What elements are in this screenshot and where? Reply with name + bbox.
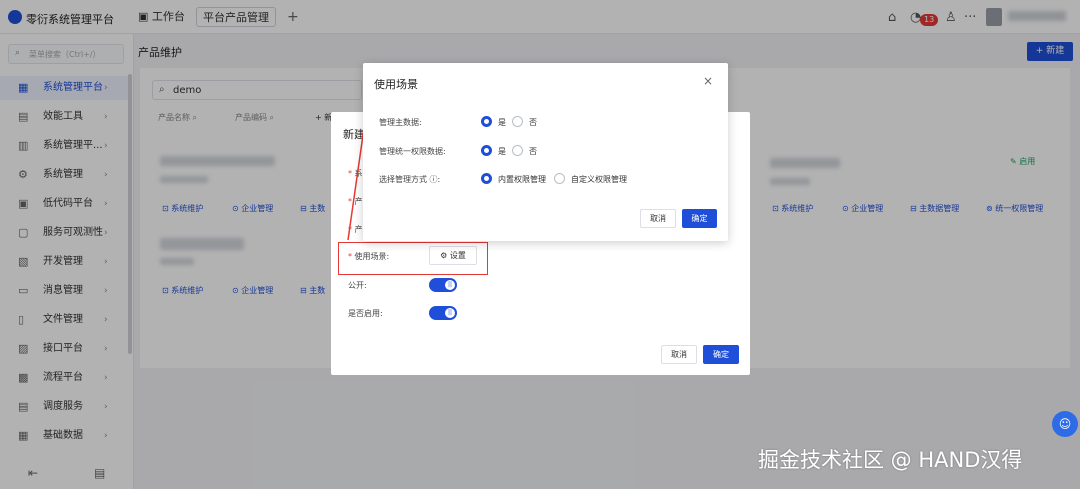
permission-data-label: 管理统一权限数据: [379,147,446,156]
radio-label: 否 [529,147,537,156]
usage-scenario-dialog: 使用场景 × 管理主数据: 是 否 管理统一权限数据: 是 否 选择管理方式 ⓘ… [363,63,728,241]
builtin-permission-radio[interactable] [481,173,492,184]
master-data-label: 管理主数据: [379,118,422,127]
close-icon[interactable]: × [703,74,713,88]
custom-permission-radio[interactable] [554,173,565,184]
usage-dialog-cancel-button[interactable]: 取消 [640,209,676,228]
master-data-no-radio[interactable] [512,116,523,127]
radio-label: 是 [498,147,506,156]
permission-no-radio[interactable] [512,145,523,156]
permission-yes-radio[interactable] [481,145,492,156]
manage-mode-label: 选择管理方式 ⓘ: [379,175,441,184]
master-data-yes-radio[interactable] [481,116,492,127]
watermark: 掘金技术社区 @ HAND汉得 [758,448,1023,472]
usage-dialog-title: 使用场景 [374,78,418,91]
assistant-float-icon[interactable]: ☺ [1052,411,1078,437]
radio-label: 是 [498,118,506,127]
usage-dialog-ok-button[interactable]: 确定 [682,209,717,228]
radio-label: 自定义权限管理 [571,175,627,184]
radio-label: 否 [529,118,537,127]
radio-label: 内置权限管理 [498,175,546,184]
